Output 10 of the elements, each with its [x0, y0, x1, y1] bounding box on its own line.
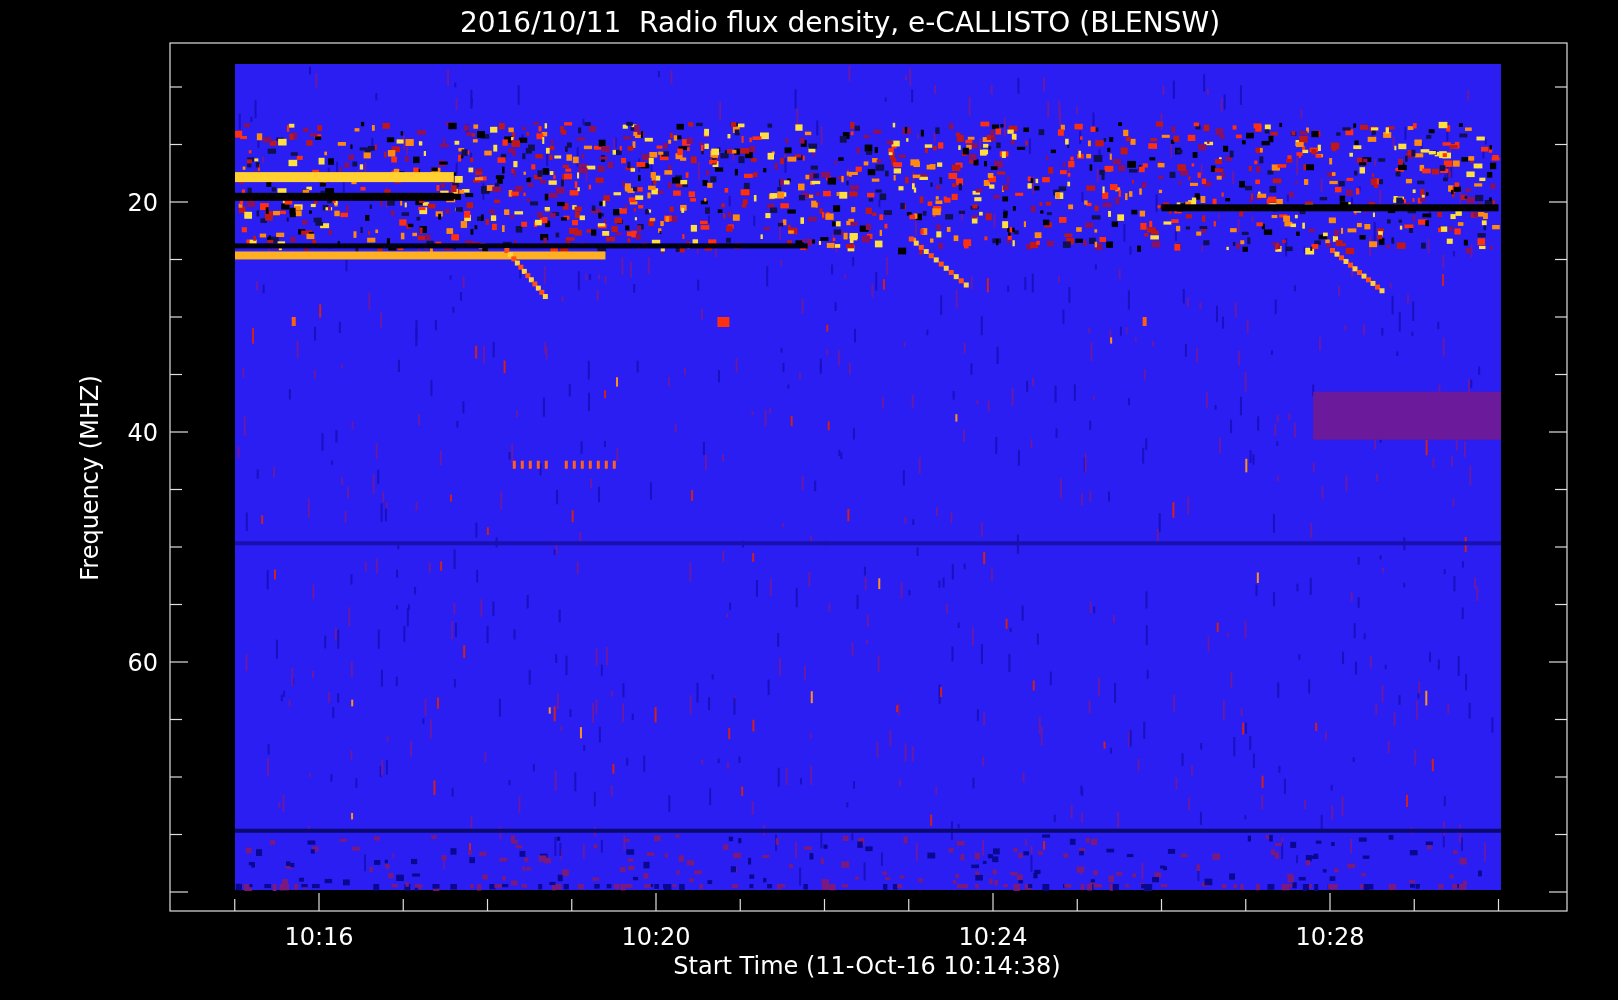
y-tick-label: 40 — [127, 419, 158, 447]
chart-title: 2016/10/11 Radio flux density, e-CALLISTO (BLENSW) — [459, 6, 1221, 39]
x-tick-label: 10:28 — [1295, 923, 1365, 951]
y-tick-label: 20 — [127, 189, 158, 217]
x-tick-label: 10:16 — [284, 923, 354, 951]
y-axis-label: Frequency (MHZ) — [76, 375, 104, 581]
x-tick-label: 10:20 — [621, 923, 691, 951]
x-tick-label: 10:24 — [958, 923, 1028, 951]
x-axis-label: Start Time (11-Oct-16 10:14:38) — [673, 952, 1061, 980]
y-tick-label: 60 — [127, 649, 158, 677]
